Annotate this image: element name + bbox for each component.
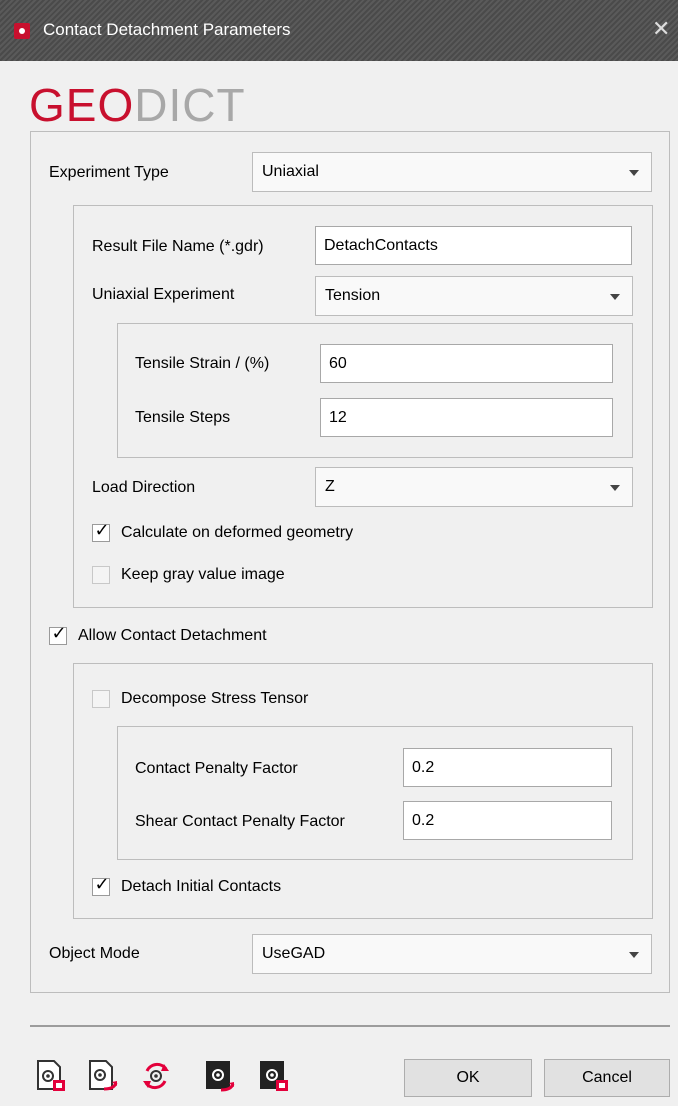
close-button[interactable]: ✕ [652, 14, 670, 44]
tensile-strain-label: Tensile Strain / (%) [135, 355, 270, 372]
window-title: Contact Detachment Parameters [43, 20, 291, 39]
checkmark-icon: ✓ [94, 874, 110, 894]
load-settings-icon[interactable] [34, 1059, 68, 1093]
tensile-steps-input[interactable]: 12 [320, 398, 613, 437]
save-settings-icon[interactable] [86, 1059, 120, 1093]
chevron-down-icon [610, 485, 620, 491]
experiment-type-dropdown[interactable]: Uniaxial [252, 152, 652, 192]
keep-gray-label: Keep gray value image [121, 566, 285, 583]
detach-initial-label: Detach Initial Contacts [121, 878, 282, 895]
logo-part-geo: GEO [29, 79, 135, 131]
load-macro-icon[interactable] [203, 1059, 237, 1093]
contact-penalty-label: Contact Penalty Factor [135, 760, 298, 777]
tensile-strain-input[interactable]: 60 [320, 344, 613, 383]
load-direction-label: Load Direction [92, 479, 196, 496]
dialog-window: Contact Detachment Parameters ✕ GEODICT … [0, 0, 678, 1106]
decompose-stress-checkbox[interactable] [92, 690, 110, 708]
result-file-label: Result File Name (*.gdr) [92, 238, 264, 255]
uniaxial-experiment-label: Uniaxial Experiment [92, 286, 235, 303]
tensile-steps-label: Tensile Steps [135, 409, 231, 426]
cancel-button[interactable]: Cancel [544, 1059, 670, 1097]
checkmark-icon: ✓ [94, 520, 110, 540]
geodict-logo: GEODICT [29, 78, 246, 132]
footer-separator [30, 1025, 670, 1027]
detach-initial-checkbox[interactable]: ✓ [92, 874, 110, 896]
allow-detachment-checkbox[interactable]: ✓ [49, 623, 67, 645]
shear-penalty-input[interactable]: 0.2 [403, 801, 612, 840]
logo-part-dict: DICT [134, 79, 246, 131]
title-bar: Contact Detachment Parameters ✕ [0, 0, 678, 61]
save-macro-icon[interactable] [257, 1059, 291, 1093]
chevron-down-icon [629, 170, 639, 176]
result-file-input[interactable]: DetachContacts [315, 226, 632, 265]
object-mode-value: UseGAD [262, 945, 326, 962]
load-direction-value: Z [325, 478, 335, 495]
decompose-stress-label: Decompose Stress Tensor [121, 690, 309, 707]
reset-settings-icon[interactable] [139, 1059, 173, 1093]
object-mode-label: Object Mode [49, 945, 140, 962]
shear-penalty-label: Shear Contact Penalty Factor [135, 813, 345, 830]
calculate-deformed-checkbox[interactable]: ✓ [92, 520, 110, 542]
uniaxial-experiment-value: Tension [325, 287, 381, 304]
load-direction-dropdown[interactable]: Z [315, 467, 633, 507]
allow-detachment-label: Allow Contact Detachment [78, 627, 267, 644]
geodict-app-icon [14, 23, 30, 39]
chevron-down-icon [629, 952, 639, 958]
checkmark-icon: ✓ [51, 623, 67, 643]
experiment-type-value: Uniaxial [262, 163, 319, 180]
experiment-type-label: Experiment Type [49, 164, 169, 181]
uniaxial-experiment-dropdown[interactable]: Tension [315, 276, 633, 316]
calculate-deformed-label: Calculate on deformed geometry [121, 524, 354, 541]
chevron-down-icon [610, 294, 620, 300]
object-mode-dropdown[interactable]: UseGAD [252, 934, 652, 974]
ok-button[interactable]: OK [404, 1059, 532, 1097]
contact-penalty-input[interactable]: 0.2 [403, 748, 612, 787]
keep-gray-checkbox[interactable] [92, 566, 110, 584]
